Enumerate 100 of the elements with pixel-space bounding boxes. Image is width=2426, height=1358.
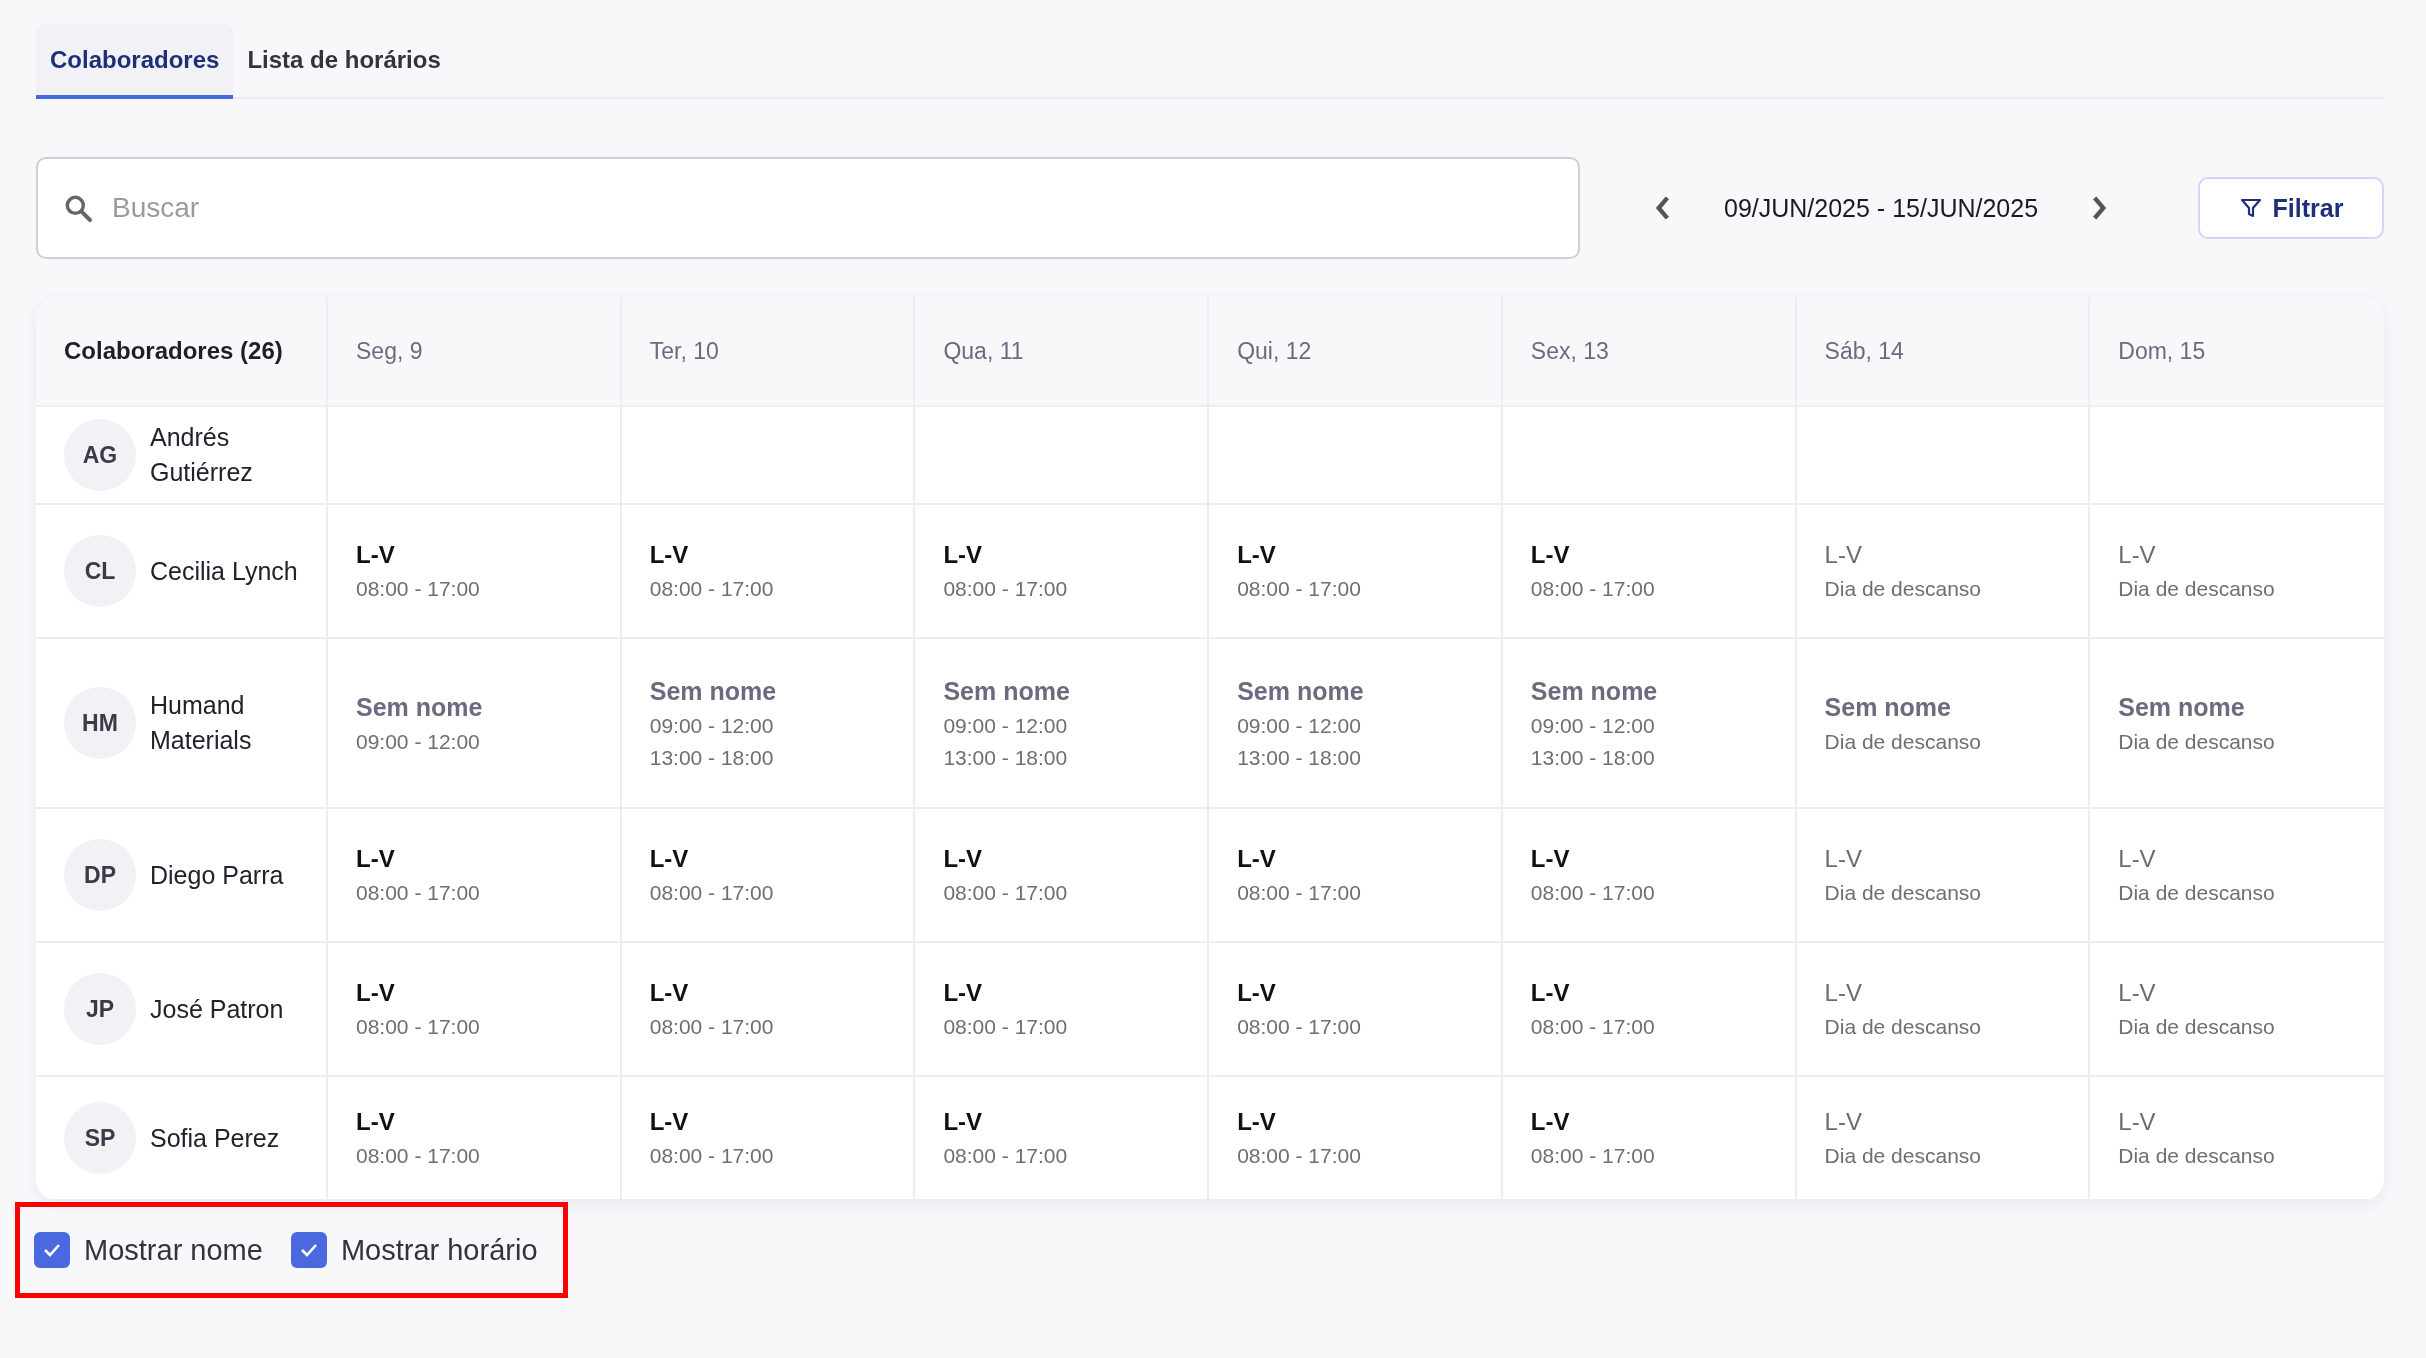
- date-range: 09/JUN/2025 - 15/JUN/2025: [1724, 193, 2039, 223]
- shift-name: L-V: [1824, 1108, 1863, 1136]
- shift-name: L-V: [1237, 541, 1277, 569]
- shift-time: 08:00 - 17:00: [649, 1144, 775, 1168]
- shift-time: 13:00 - 18:00: [1530, 745, 1656, 770]
- shift-time: Dia de descanso: [2118, 881, 2276, 905]
- shift-time: 08:00 - 17:00: [1237, 1015, 1362, 1039]
- employee-name: Humand Materials: [150, 690, 253, 756]
- shift-name: L-V: [1824, 541, 1863, 569]
- shift-time: 08:00 - 17:00: [356, 577, 481, 601]
- shift-name: Sem nome: [943, 676, 1071, 706]
- shift-time: Dia de descanso: [1824, 1144, 1982, 1168]
- column-header: Qui, 12: [1209, 297, 1503, 407]
- shift-name: L-V: [1530, 1108, 1571, 1136]
- shift-time: Dia de descanso: [2118, 1015, 2276, 1039]
- shift-name: L-V: [1824, 845, 1863, 873]
- shift-time: 08:00 - 17:00: [1237, 881, 1362, 905]
- shift-time: Dia de descanso: [1824, 577, 1982, 601]
- funnel-icon: [2238, 196, 2263, 220]
- shift-time: 09:00 - 12:00: [1530, 713, 1656, 738]
- shift-name: L-V: [2118, 541, 2157, 569]
- shift-time: 08:00 - 17:00: [1530, 577, 1656, 601]
- shift-name: L-V: [1530, 979, 1571, 1007]
- column-header: Colaboradores (26): [36, 297, 328, 407]
- shift-name: L-V: [943, 1108, 984, 1136]
- shift-time: 08:00 - 17:00: [943, 881, 1069, 905]
- shift-time: 09:00 - 12:00: [356, 729, 481, 754]
- column-header: Sáb, 14: [1796, 297, 2091, 407]
- shift-name: L-V: [1237, 979, 1277, 1007]
- shift-time: Dia de descanso: [2118, 729, 2276, 754]
- shift-time: 13:00 - 18:00: [649, 745, 775, 770]
- shift-name: L-V: [649, 1108, 690, 1136]
- chevron-right-icon: [2090, 195, 2109, 221]
- checkbox[interactable]: Mostrar horário: [290, 1232, 538, 1268]
- search-field[interactable]: Buscar: [36, 157, 1580, 259]
- shift-time: 08:00 - 17:00: [649, 577, 775, 601]
- chevron-left-icon: [1654, 195, 1672, 221]
- employee-name: José Patron: [150, 993, 284, 1025]
- avatar: SP: [64, 1102, 136, 1174]
- shift-name: L-V: [2118, 845, 2157, 873]
- shift-name: Sem nome: [2118, 692, 2246, 722]
- column-header: Dom, 15: [2090, 297, 2384, 407]
- shift-time: 08:00 - 17:00: [649, 881, 775, 905]
- employee-name: Cecilia Lynch: [150, 555, 298, 587]
- shift-name: L-V: [1237, 1108, 1277, 1136]
- avatar: DP: [64, 839, 136, 911]
- shift-time: 08:00 - 17:00: [356, 1144, 481, 1168]
- shift-time: 08:00 - 17:00: [1237, 1144, 1362, 1168]
- avatar: CL: [64, 535, 136, 607]
- shift-name: L-V: [649, 541, 690, 569]
- shift-name: L-V: [356, 1108, 396, 1136]
- employee-name: Sofia Perez: [150, 1122, 280, 1154]
- shift-time: 09:00 - 12:00: [1237, 713, 1362, 738]
- checkbox[interactable]: Mostrar nome: [34, 1232, 263, 1268]
- shift-time: 08:00 - 17:00: [649, 1015, 775, 1039]
- shift-time: 08:00 - 17:00: [1530, 881, 1656, 905]
- shift-time: Dia de descanso: [2118, 577, 2276, 601]
- column-header: Seg, 9: [328, 297, 622, 407]
- shift-name: L-V: [1237, 845, 1277, 873]
- shift-time: 08:00 - 17:00: [1530, 1144, 1656, 1168]
- shift-time: Dia de descanso: [1824, 881, 1982, 905]
- shift-time: Dia de descanso: [1824, 1015, 1982, 1039]
- shift-time: Dia de descanso: [1824, 729, 1982, 754]
- shift-name: L-V: [2118, 1108, 2157, 1136]
- shift-name: Sem nome: [1824, 692, 1952, 722]
- employee-name: Diego Parra: [150, 859, 284, 891]
- shift-name: L-V: [1530, 845, 1571, 873]
- tab[interactable]: Colaboradores: [36, 24, 234, 99]
- shift-time: 09:00 - 12:00: [649, 713, 775, 738]
- shift-time: 09:00 - 12:00: [943, 713, 1069, 738]
- column-header: Sex, 13: [1502, 297, 1797, 407]
- shift-name: L-V: [649, 845, 690, 873]
- column-header: Ter, 10: [621, 297, 916, 407]
- shift-time: 13:00 - 18:00: [1237, 745, 1362, 770]
- filter-button[interactable]: Filtrar: [2198, 177, 2384, 239]
- shift-name: L-V: [356, 541, 396, 569]
- avatar: HM: [64, 687, 136, 759]
- shift-time: 08:00 - 17:00: [356, 881, 481, 905]
- shift-time: 08:00 - 17:00: [356, 1015, 481, 1039]
- shift-name: L-V: [943, 845, 984, 873]
- shift-time: 13:00 - 18:00: [943, 745, 1069, 770]
- shift-time: Dia de descanso: [2118, 1144, 2276, 1168]
- shift-time: 08:00 - 17:00: [943, 1015, 1069, 1039]
- shift-name: Sem nome: [649, 676, 778, 706]
- shift-name: L-V: [2118, 979, 2157, 1007]
- avatar: JP: [64, 973, 136, 1045]
- shift-name: L-V: [1530, 541, 1571, 569]
- shift-name: Sem nome: [356, 692, 484, 722]
- shift-time: 08:00 - 17:00: [943, 577, 1069, 601]
- shift-name: Sem nome: [1530, 676, 1659, 706]
- shift-name: L-V: [356, 845, 396, 873]
- shift-name: L-V: [943, 541, 984, 569]
- employee-name: Andrés Gutiérrez: [150, 422, 254, 488]
- shift-name: Sem nome: [1237, 676, 1365, 706]
- shift-name: L-V: [649, 979, 690, 1007]
- shift-time: 08:00 - 17:00: [1237, 577, 1362, 601]
- column-header: Qua, 11: [915, 297, 1210, 407]
- shift-name: L-V: [1824, 979, 1863, 1007]
- tab[interactable]: Lista de horários: [233, 24, 455, 99]
- shift-name: L-V: [356, 979, 396, 1007]
